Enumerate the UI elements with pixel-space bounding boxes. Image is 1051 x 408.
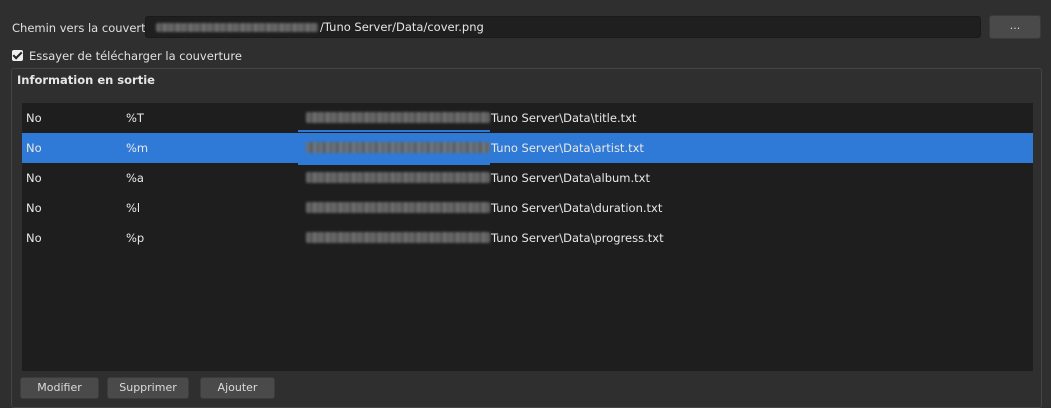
cover-path-label: Chemin vers la couverture [12,21,165,35]
row-col1: No [26,201,42,215]
cover-path-value: /Tuno Server/Data/cover.png [320,20,484,34]
row-path: Tuno Server\Data\title.txt [491,111,637,125]
output-table[interactable]: No %T Tuno Server\Data\title.txt No %m T… [22,103,1033,371]
download-cover-checkbox[interactable] [12,50,23,61]
download-cover-label[interactable]: Essayer de télécharger la couverture [29,49,242,63]
cover-path-input[interactable]: /Tuno Server/Data/cover.png [145,16,981,38]
row-col1: No [26,171,42,185]
row-col2: %T [126,111,144,125]
table-row-selected[interactable]: No %m Tuno Server\Data\artist.txt [22,133,1033,163]
redacted-path [306,232,490,243]
table-row[interactable]: No %l Tuno Server\Data\duration.txt [22,193,1033,223]
add-button[interactable]: Ajouter [200,377,275,399]
row-col2: %l [126,201,141,215]
browse-button[interactable]: ... [989,15,1041,39]
row-path: Tuno Server\Data\progress.txt [491,231,664,245]
row-path: Tuno Server\Data\duration.txt [491,201,663,215]
cover-path-row: Chemin vers la couverture /Tuno Server/D… [0,12,1051,42]
table-row[interactable]: No %a Tuno Server\Data\album.txt [22,163,1033,193]
row-col2: %p [126,231,145,245]
row-col1: No [26,141,42,155]
table-row[interactable]: No %T Tuno Server\Data\title.txt [22,103,1033,133]
drop-indicator-top [298,130,490,132]
redacted-path [306,202,490,213]
table-row[interactable]: No %p Tuno Server\Data\progress.txt [22,223,1033,253]
row-col1: No [26,231,42,245]
redacted-path [306,112,490,123]
redacted-path-prefix [156,23,318,32]
modify-button[interactable]: Modifier [20,377,99,399]
output-info-group: Information en sortie No %T Tuno Server\… [11,68,1042,408]
redacted-path [306,142,490,153]
redacted-path [306,172,490,183]
row-path: Tuno Server\Data\artist.txt [491,141,644,155]
row-path: Tuno Server\Data\album.txt [491,171,650,185]
output-info-title: Information en sortie [17,73,155,87]
row-col2: %a [126,171,144,185]
row-col2: %m [126,141,149,155]
delete-button[interactable]: Supprimer [107,377,189,399]
row-col1: No [26,111,42,125]
